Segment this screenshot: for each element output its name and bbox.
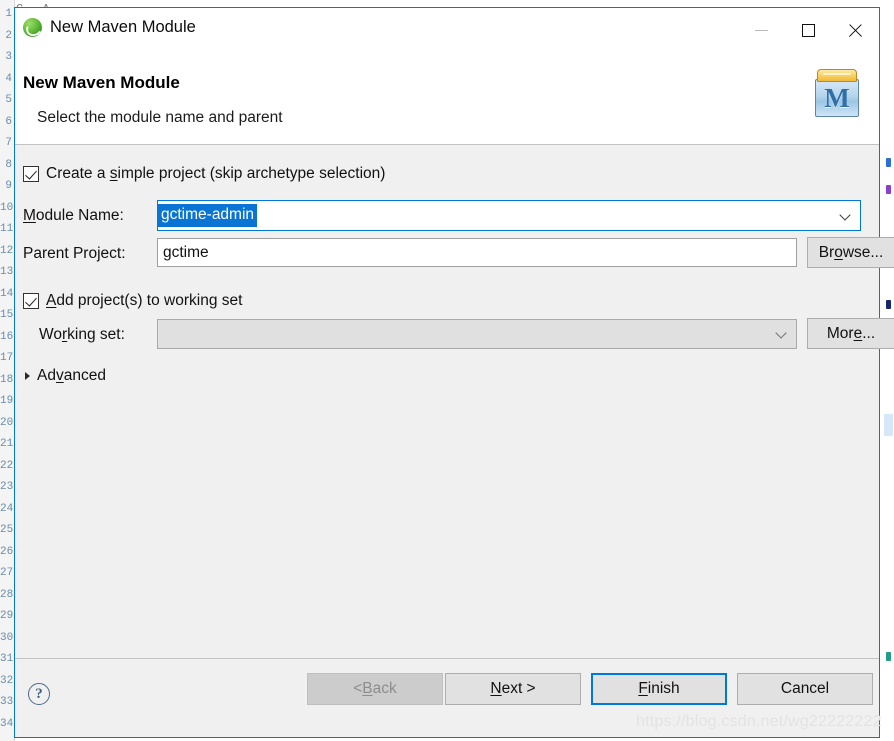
title-bar: New Maven Module [15,8,879,53]
cancel-button[interactable]: Cancel [737,673,873,705]
editor-line-number: 22 [0,459,14,472]
editor-line-number: 28 [0,588,14,601]
working-set-combo[interactable] [157,319,797,349]
editor-line-number: 21 [0,438,14,450]
editor-line-number: 31 [0,653,14,665]
editor-marker-teal [886,652,891,661]
question-mark-icon[interactable]: ? [28,683,50,705]
crate-lid [817,69,857,82]
editor-line-number: 23 [0,481,14,493]
editor-line-number: 6 [5,115,12,128]
editor-right-strip [884,0,894,741]
chevron-down-icon[interactable] [777,329,786,338]
window-controls [738,8,879,53]
editor-line-number: 19 [0,395,14,407]
create-simple-project-label: Create a simple project (skip archetype … [46,165,386,182]
editor-line-number: 25 [0,524,14,536]
editor-line-number: 13 [0,266,14,278]
module-name-combo[interactable]: gctime-admin [156,200,861,231]
minimize-button[interactable] [738,8,785,53]
editor-line-number: 16 [0,330,14,343]
mnemonic-char: v [55,367,64,384]
parent-project-input[interactable]: gctime [157,238,797,267]
editor-line-number: 15 [0,309,14,321]
chevron-down-icon[interactable] [841,211,850,220]
editor-line-number: 32 [0,674,14,687]
editor-line-number: 2 [5,29,12,42]
editor-line-number: 1 [5,8,12,20]
mnemonic-char: A [46,292,57,309]
editor-line-number: 12 [0,244,14,257]
editor-marker-navy [886,300,891,309]
wizard-subtitle: Select the module name and parent [37,109,283,126]
mnemonic-char: M [23,207,36,224]
maximize-button[interactable] [785,8,832,53]
add-to-working-set-checkbox[interactable] [23,293,39,309]
minimize-icon [755,30,768,31]
editor-line-number: 26 [0,545,14,558]
working-set-label: Working set: [39,326,125,343]
editor-line-number: 4 [5,72,12,85]
editor-line-number: 5 [5,94,12,106]
editor-line-number: 29 [0,610,14,622]
editor-line-number: 11 [0,223,14,235]
new-maven-module-dialog: New Maven Module New Maven Module Select… [14,7,894,738]
editor-marker-blue [886,158,891,167]
parent-project-label: Parent Project: [23,245,126,262]
mnemonic-char: B [362,680,373,697]
editor-line-number: 3 [5,51,12,63]
editor-line-number: 27 [0,567,14,579]
add-to-working-set-row[interactable]: Add project(s) to working set [23,292,242,310]
editor-line-number: 7 [5,137,12,149]
back-button[interactable]: < Back [307,673,443,705]
dialog-footer: ? < Back Next > Finish Cancel [15,658,879,737]
maven-ball-icon [23,18,42,37]
editor-line-number: 17 [0,352,14,364]
module-name-value[interactable]: gctime-admin [156,204,258,227]
mnemonic-char: e [853,324,863,342]
editor-marker-purple [886,185,891,194]
editor-line-number: 9 [5,180,12,192]
editor-line-number: 20 [0,416,14,429]
advanced-disclosure[interactable]: Advanced [25,367,106,385]
module-name-label: Module Name: [23,207,124,224]
close-icon [848,23,863,38]
editor-marker-lightblue [884,414,893,436]
triangle-right-icon[interactable] [25,372,30,380]
mnemonic-char: F [638,680,648,697]
wizard-body: Create a simple project (skip archetype … [15,145,894,658]
close-button[interactable] [832,8,879,53]
maven-crate-icon: M [809,65,865,121]
editor-line-number: 30 [0,631,14,644]
more-button[interactable]: Mor e... [807,318,894,349]
maximize-icon [802,24,815,37]
editor-line-number: 10 [0,201,14,214]
add-to-working-set-label: Add project(s) to working set [46,292,243,309]
title-bar-left: New Maven Module [15,8,196,37]
mnemonic-char: N [490,680,502,697]
editor-line-number: 34 [0,717,14,730]
editor-line-numbers: 1 2 3 4 5 6 7 8 9 10 11 12 13 14 15 16 17 18 19 20 21 22 23 24 2… [0,0,13,735]
wizard-title: New Maven Module [23,73,180,92]
window-title: New Maven Module [50,18,196,36]
next-button[interactable]: Next > [445,673,581,705]
editor-line-number: 8 [5,158,12,171]
editor-line-number: 18 [0,373,14,386]
create-simple-project-row[interactable]: Create a simple project (skip archetype … [23,165,385,183]
mnemonic-char: o [834,243,843,261]
wizard-header: New Maven Module Select the module name … [15,53,879,145]
crate-letter: M [824,82,850,113]
browse-button[interactable]: Br o wse... [807,237,894,268]
advanced-label: Advanced [37,367,106,384]
mnemonic-char: s [109,165,118,182]
editor-line-number: 24 [0,502,14,515]
editor-line-number: 14 [0,287,14,300]
parent-project-value: gctime [163,243,209,261]
create-simple-project-checkbox[interactable] [23,166,39,182]
finish-button[interactable]: Finish [591,673,727,705]
crate-body: M [815,79,859,117]
editor-line-number: 33 [0,696,14,708]
